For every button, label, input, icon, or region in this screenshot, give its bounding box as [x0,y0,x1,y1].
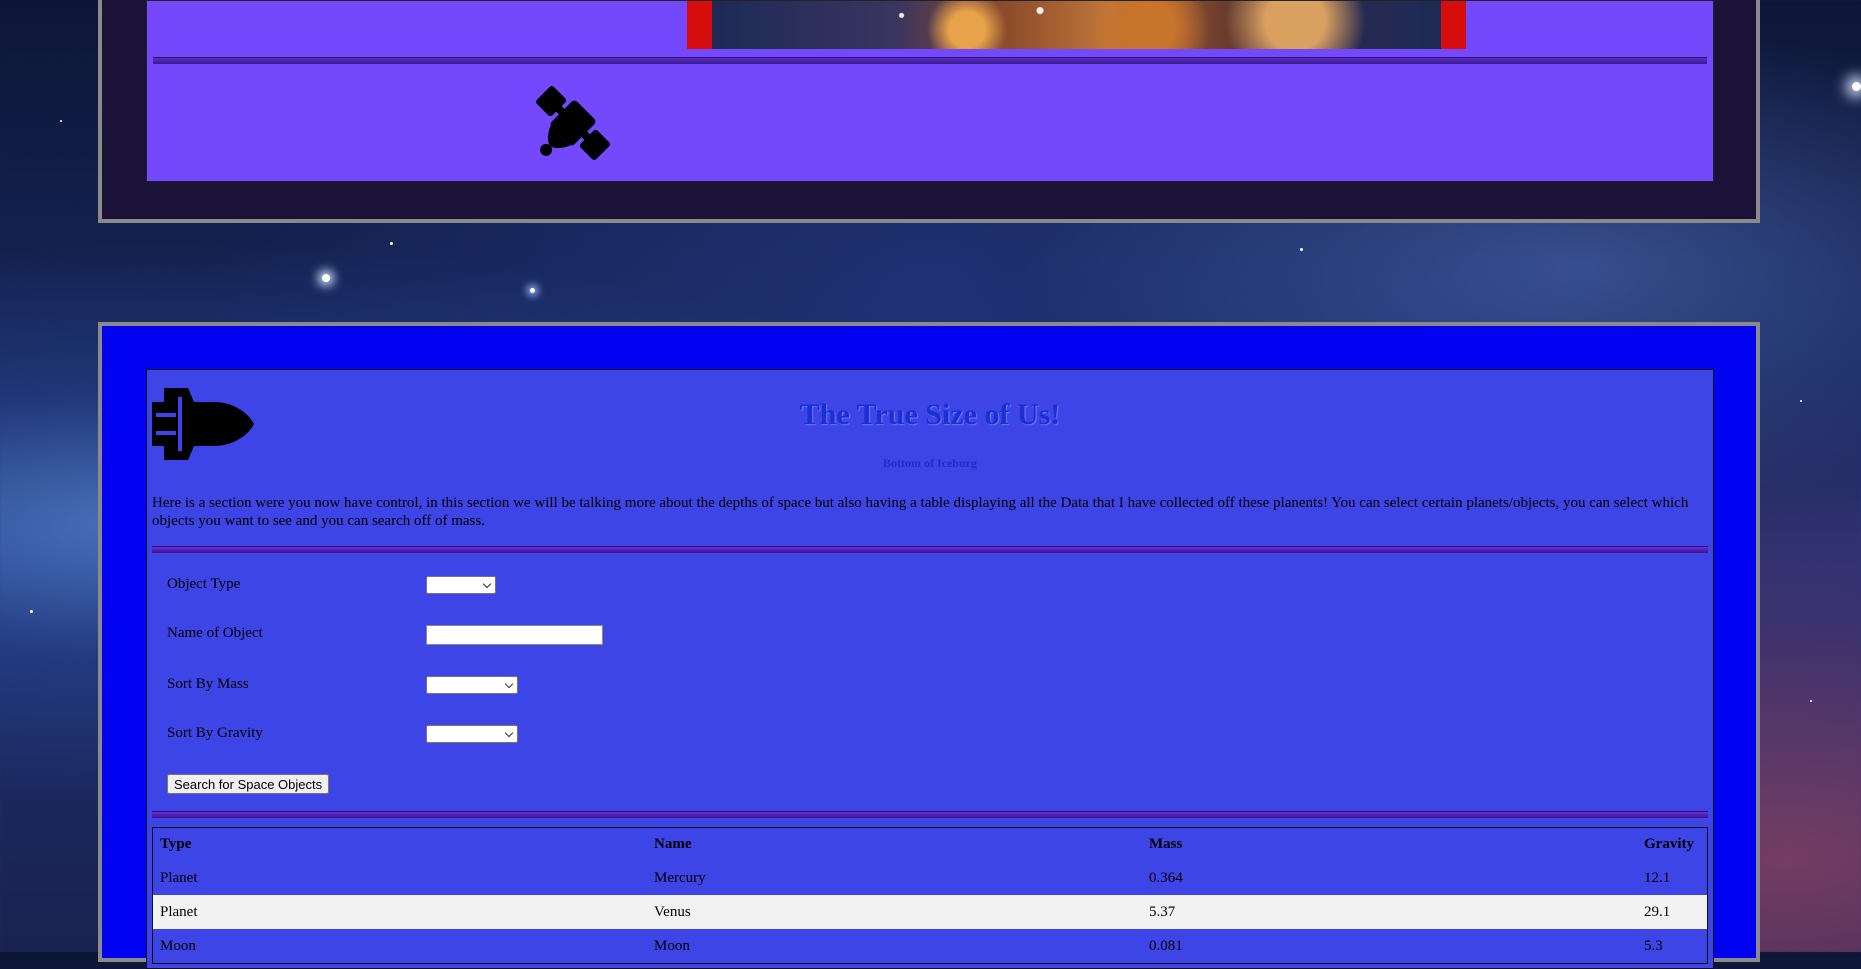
satellite-icon [536,86,610,160]
object-type-label: Object Type [167,576,241,592]
cell-gravity: 5.3 [1644,937,1663,954]
name-of-object-input[interactable] [426,625,603,645]
cell-name: Moon [654,937,690,954]
nebula-image-frame [687,1,1466,49]
sort-by-mass-select[interactable] [426,676,518,694]
section-divider [152,546,1708,553]
table-divider [152,811,1708,818]
background-star [322,274,330,282]
background-star [1800,400,1802,402]
space-objects-panel: The True Size of Us! Bottom of Iceburg H… [146,369,1714,969]
space-objects-table: Type Name Mass Gravity Planet Mercury 0.… [152,827,1708,964]
header-mass[interactable]: Mass [1142,828,1637,862]
background-star [60,120,62,122]
cell-mass: 0.364 [1149,869,1183,886]
name-label: Name of Object [167,625,263,641]
header-name[interactable]: Name [647,828,1142,862]
background-star [1810,700,1812,702]
cell-mass: 5.37 [1149,903,1176,920]
search-button[interactable]: Search for Space Objects [167,774,330,794]
background-star [1852,82,1861,91]
cell-gravity: 29.1 [1644,903,1671,920]
table-row: Moon Moon 0.081 5.3 [153,929,1708,964]
header-type[interactable]: Type [153,828,648,862]
section-subtitle: Bottom of Iceburg [883,456,977,470]
table-row: Planet Venus 5.37 29.1 [152,895,1708,929]
cell-gravity: 12.1 [1644,869,1671,886]
background-star [1300,248,1303,251]
sort-by-mass-label: Sort By Mass [167,676,249,692]
background-star [390,242,393,245]
cell-mass: 0.081 [1149,937,1183,954]
cell-name: Mercury [654,869,706,886]
nebula-photo [712,1,1441,49]
sort-by-gravity-select[interactable] [426,725,518,743]
section-title: The True Size of Us! [799,398,1061,431]
top-panel [146,0,1714,182]
cell-type: Planet [160,869,198,886]
background-star [30,610,33,613]
cell-type: Planet [160,903,198,920]
top-divider [153,57,1707,64]
cell-type: Moon [160,937,196,954]
table-row: Planet Mercury 0.364 12.1 [153,861,1708,895]
background-star [530,288,535,293]
intro-paragraph: Here is a section were you now have cont… [152,495,1689,529]
header-gravity[interactable]: Gravity [1637,828,1708,862]
table-header-row: Type Name Mass Gravity [153,828,1708,862]
cell-name: Venus [654,903,691,920]
object-type-select[interactable] [426,576,496,594]
sort-by-gravity-label: Sort By Gravity [167,725,263,741]
